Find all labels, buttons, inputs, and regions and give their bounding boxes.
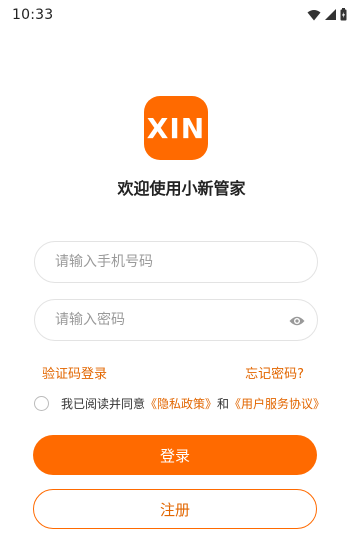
phone-field[interactable] [34, 241, 318, 283]
signal-icon [325, 9, 336, 20]
agreement-checkbox[interactable] [34, 396, 49, 411]
agreement-row: 我已阅读并同意 《隐私政策》 和 《用户服务协议》 [34, 395, 325, 412]
agreement-text: 我已阅读并同意 [61, 397, 146, 411]
privacy-policy-link[interactable]: 《隐私政策》 [145, 395, 217, 412]
status-time: 10:33 [12, 7, 54, 23]
login-button[interactable]: 登录 [33, 435, 317, 475]
app-logo: XIN [144, 96, 208, 160]
battery-icon [340, 8, 347, 21]
eye-icon[interactable] [289, 313, 305, 327]
page-title: 欢迎使用小新管家 [117, 179, 246, 198]
password-input[interactable] [55, 300, 285, 340]
wifi-icon [307, 9, 321, 21]
password-field[interactable] [34, 299, 318, 341]
agreement-and-text: 和 [217, 397, 230, 411]
register-button[interactable]: 注册 [33, 489, 317, 529]
code-login-link[interactable]: 验证码登录 [42, 363, 107, 382]
status-bar: 10:33 [0, 0, 363, 30]
status-icons [307, 8, 347, 21]
logo-text: XIN [146, 111, 206, 145]
phone-input[interactable] [55, 242, 285, 282]
forgot-password-link[interactable]: 忘记密码? [245, 363, 304, 382]
user-agreement-link[interactable]: 《用户服务协议》 [229, 395, 325, 412]
